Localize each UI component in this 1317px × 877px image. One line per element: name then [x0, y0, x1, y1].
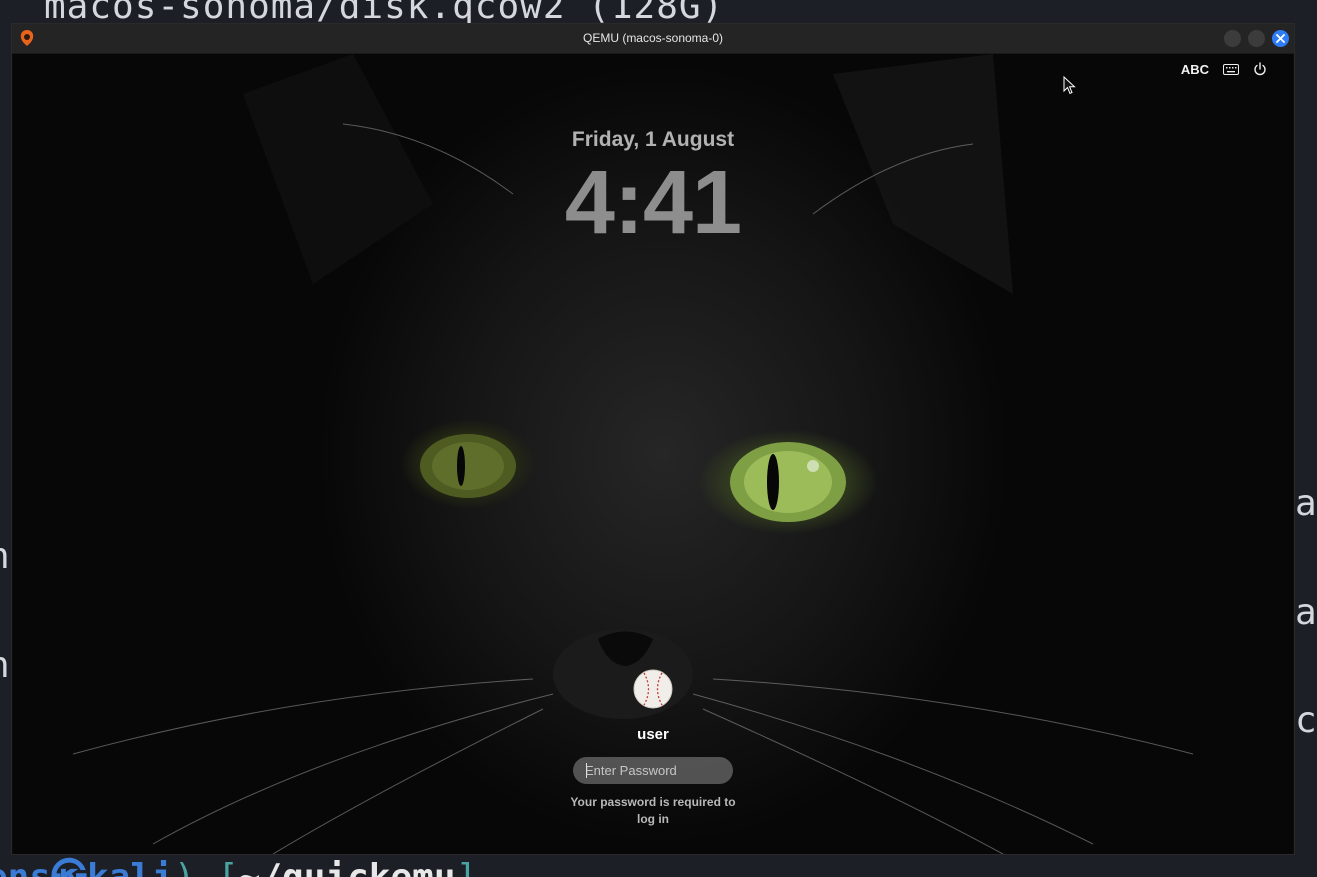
power-icon[interactable]	[1253, 62, 1267, 76]
keyboard-icon[interactable]	[1223, 63, 1239, 75]
close-icon	[1276, 34, 1285, 43]
password-hint: Your password is required to log in	[570, 795, 736, 826]
terminal-right-char: a	[1295, 483, 1317, 524]
terminal-left-char: n	[0, 536, 10, 577]
status-menu: ABC	[1181, 61, 1267, 77]
terminal-right-char: c	[1295, 700, 1317, 741]
window-title: QEMU (macos-sonoma-0)	[582, 31, 724, 45]
username-label: user	[637, 726, 669, 743]
password-input[interactable]	[573, 757, 733, 784]
qemu-window[interactable]: QEMU (macos-sonoma-0) ABC Friday, 1 Augu…	[11, 23, 1295, 855]
minimize-button[interactable]	[1224, 30, 1241, 47]
text-caret	[586, 763, 587, 778]
lockscreen-time: 4:41	[564, 153, 742, 253]
vm-display[interactable]: ABC Friday, 1 August 4:41 user Your pass…	[13, 54, 1293, 854]
terminal-prompt-user: ens㉿kali	[0, 857, 174, 877]
lockscreen-date: Friday, 1 August	[571, 128, 735, 151]
terminal-prompt-separator: )-[	[174, 857, 239, 877]
terminal-prompt-end: ]	[456, 857, 478, 877]
mouse-pointer-icon	[1063, 76, 1076, 95]
terminal-right-char: a	[1295, 592, 1317, 633]
terminal-prompt-path: ~/quickemu	[239, 857, 456, 877]
input-source-label[interactable]: ABC	[1181, 62, 1209, 77]
maximize-button[interactable]	[1248, 30, 1265, 47]
window-titlebar[interactable]: QEMU (macos-sonoma-0)	[12, 24, 1294, 54]
baseball-icon[interactable]	[633, 669, 673, 709]
terminal-left-char: n	[0, 645, 10, 686]
close-button[interactable]	[1272, 30, 1289, 47]
